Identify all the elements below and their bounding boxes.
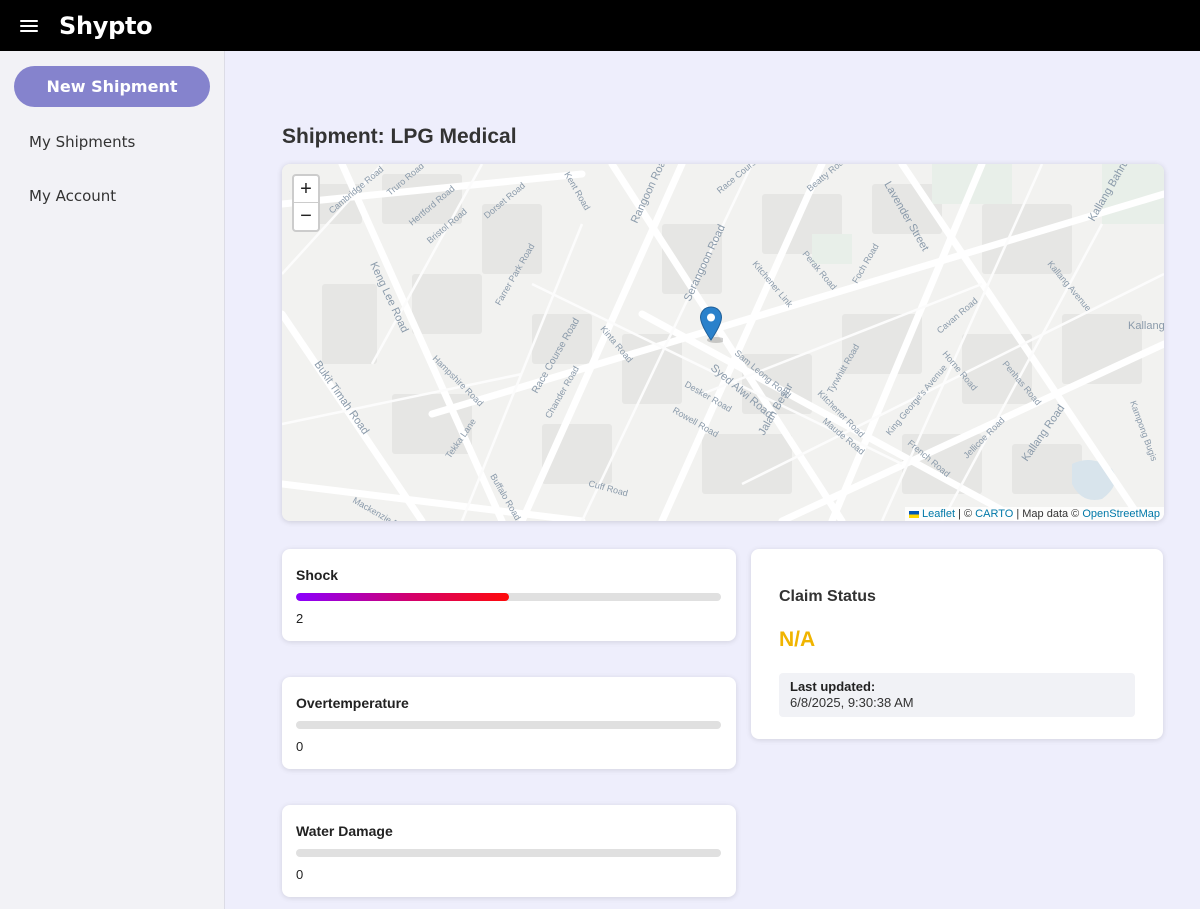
metric-value: 2 [296,611,304,626]
openstreetmap-link[interactable]: OpenStreetMap [1082,508,1160,520]
map-tiles[interactable]: Cambridge Road Truro Road Hertford Road … [282,164,1164,521]
metric-progress-fill [296,593,509,601]
shipment-map[interactable]: Cambridge Road Truro Road Hertford Road … [282,164,1164,521]
metric-progress-track [296,721,721,729]
zoom-out-button[interactable]: − [294,203,318,230]
claim-status-title: Claim Status [779,588,876,605]
metric-card-shock: Shock 2 [282,549,736,641]
app-title: Shypto [59,11,153,40]
new-shipment-button[interactable]: New Shipment [14,66,210,107]
last-updated-label: Last updated: [790,679,876,694]
zoom-in-button[interactable]: + [294,176,318,203]
last-updated-box: Last updated: 6/8/2025, 9:30:38 AM [779,673,1135,717]
claim-status-card: Claim Status N/A Last updated: 6/8/2025,… [751,549,1163,739]
last-updated-value: 6/8/2025, 9:30:38 AM [790,695,914,710]
sidebar-item-my-shipments[interactable]: My Shipments [29,133,135,151]
hamburger-menu-icon[interactable] [20,18,38,34]
page-title: Shipment: LPG Medical [282,125,517,148]
ukraine-flag-icon [909,510,919,518]
attribution-separator: | © [955,508,976,520]
attribution-separator: | Map data © [1013,508,1083,520]
metric-value: 0 [296,739,304,754]
metric-progress-track [296,593,721,601]
leaflet-link[interactable]: Leaflet [922,508,955,520]
metric-label: Overtemperature [296,695,409,711]
zoom-control: + − [292,174,320,232]
metric-value: 0 [296,867,304,882]
sidebar-item-my-account[interactable]: My Account [29,187,116,205]
metric-label: Shock [296,567,339,583]
top-bar: Shypto [0,0,1200,51]
metric-card-overtemperature: Overtemperature 0 [282,677,736,769]
map-attribution: Leaflet | © CARTO | Map data © OpenStree… [905,507,1164,521]
map-pin-icon[interactable] [699,306,723,344]
carto-link[interactable]: CARTO [975,508,1013,520]
metric-label: Water Damage [296,823,393,839]
sidebar: New Shipment My Shipments My Account [0,51,225,909]
claim-status-value: N/A [779,628,816,651]
metric-progress-track [296,849,721,857]
metric-card-water-damage: Water Damage 0 [282,805,736,897]
street-label: Kallang [1128,320,1164,332]
